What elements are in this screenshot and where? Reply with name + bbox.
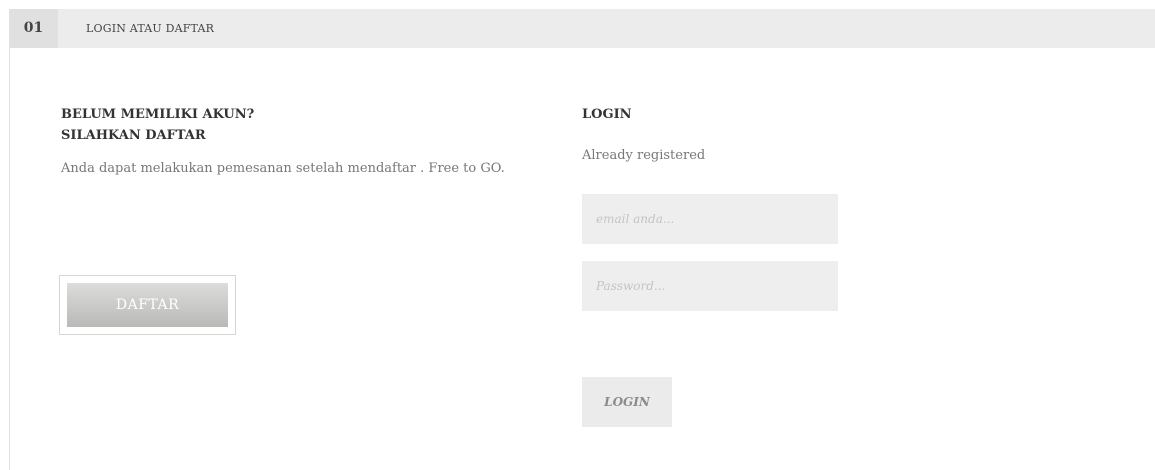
login-subtitle: Already registered — [582, 148, 706, 163]
daftar-button[interactable]: DAFTAR — [67, 283, 228, 327]
login-button[interactable]: LOGIN — [582, 377, 672, 427]
login-heading: LOGIN — [582, 107, 632, 122]
register-description: Anda dapat melakukan pemesanan setelah m… — [61, 161, 505, 176]
password-input[interactable] — [582, 261, 838, 311]
step-header: 01 LOGIN ATAU DAFTAR — [9, 9, 1155, 48]
step-number: 01 — [9, 9, 58, 48]
step-title: LOGIN ATAU DAFTAR — [86, 22, 215, 35]
register-heading-line2: SILAHKAN DAFTAR — [61, 128, 206, 143]
register-section: BELUM MEMILIKI AKUN? SILAHKAN DAFTAR And… — [61, 104, 561, 179]
email-input[interactable] — [582, 194, 838, 244]
login-section: LOGIN Already registered — [582, 104, 982, 166]
daftar-button-frame: DAFTAR — [59, 275, 236, 335]
register-heading: BELUM MEMILIKI AKUN? SILAHKAN DAFTAR — [61, 104, 561, 146]
register-heading-line1: BELUM MEMILIKI AKUN? — [61, 107, 255, 122]
